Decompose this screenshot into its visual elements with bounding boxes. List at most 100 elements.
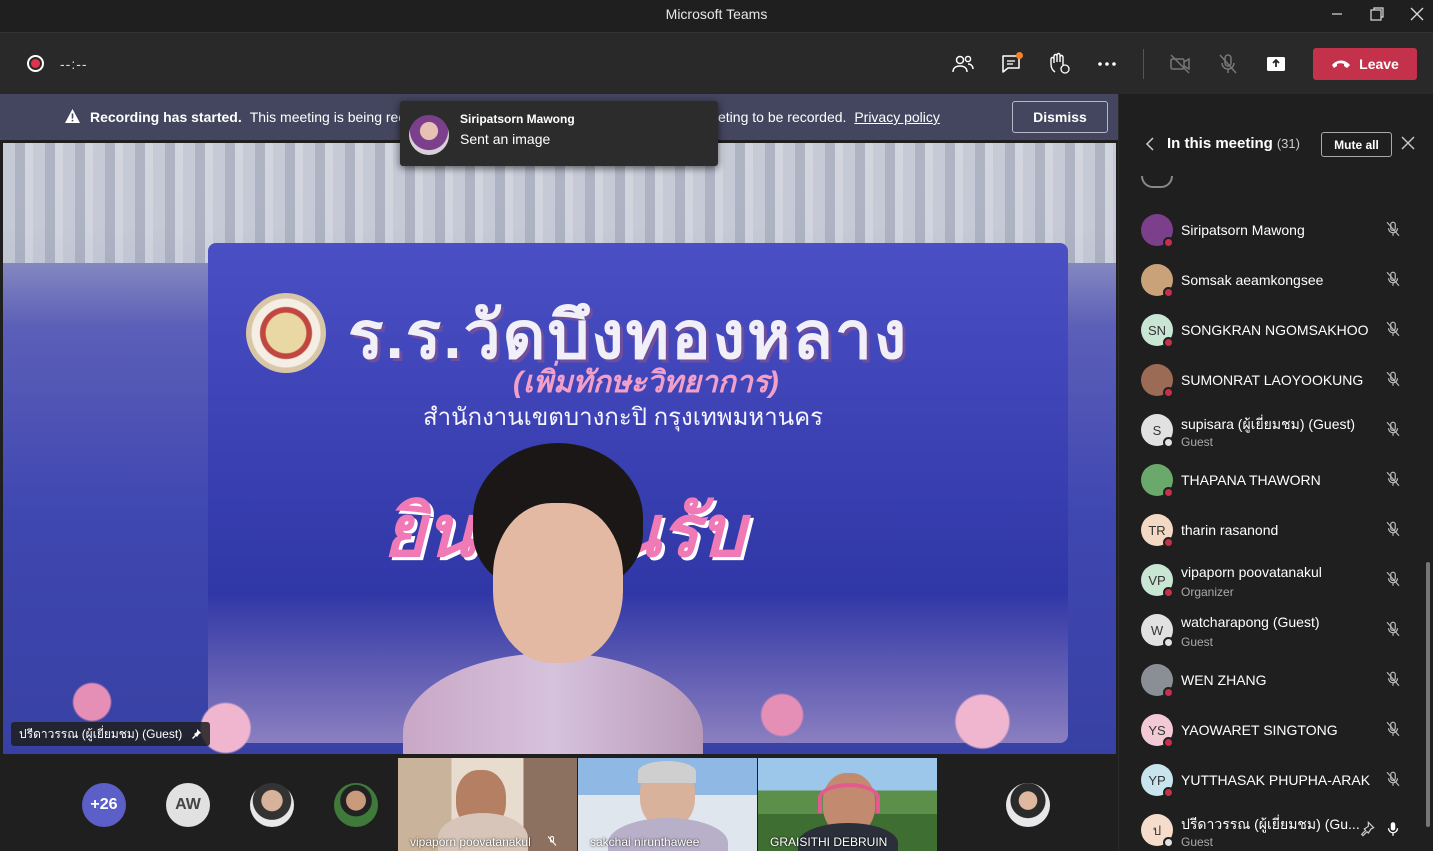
participant-row[interactable]: SUMONRAT LAOYOOKUNG [1119,355,1419,405]
minimize-icon [1332,13,1342,15]
toast-sender: Siripatsorn Mawong [460,112,575,126]
participant-row[interactable]: WEN ZHANG [1119,655,1419,705]
tile-name: vipaporn poovatanakul [410,835,531,849]
meeting-toolbar: --:-- Leave [0,32,1433,116]
mic-icon[interactable] [1384,820,1402,838]
unread-badge [1016,52,1023,59]
participant-name: Somsak aeamkongsee [1181,272,1324,288]
mic-off-icon[interactable] [1384,520,1402,538]
toolbar-divider [1143,49,1144,79]
participant-row[interactable]: Ssupisara (ผู้เยี่ยมชม) (Guest) Guest [1119,405,1419,455]
video-tile[interactable]: sakchai nirunthawee [578,758,757,851]
mic-off-icon[interactable] [1384,270,1402,288]
participant-strip: +26 AW vipaporn poovatanakul sakchai nir… [0,756,1118,851]
mic-off-icon[interactable] [1384,570,1402,588]
participant-row[interactable]: Siripatsorn Mawong [1119,205,1419,255]
mic-off-icon[interactable] [1384,370,1402,388]
pin-icon[interactable] [190,728,202,740]
mic-off-icon[interactable] [1384,470,1402,488]
panel-scrollbar[interactable] [1426,562,1430,827]
participant-role: Guest [1181,435,1214,449]
tile-name: GRAISITHI DEBRUIN [770,835,888,849]
video-tile[interactable]: vipaporn poovatanakul [398,758,577,851]
presence-status-icon [1163,737,1174,748]
speaker-name-label: ปรีดาวรรณ (ผู้เยี่ยมชม) (Guest) [11,722,211,746]
chat-button[interactable] [994,47,1028,81]
chat-toast-notification[interactable]: Siripatsorn Mawong Sent an image [400,101,718,166]
overflow-participants-button[interactable]: +26 [82,783,126,827]
speaker-video [403,443,703,754]
share-screen-button[interactable] [1259,47,1293,81]
restore-button[interactable] [1357,0,1397,28]
mic-off-icon[interactable] [1384,770,1402,788]
partial-avatar [1141,176,1173,188]
recording-text-end-group: eting to be recorded. Privacy policy [718,109,940,125]
participant-row[interactable]: VP vipaporn poovatanakul Organizer [1119,555,1419,605]
participants-panel: In this meeting (31) Mute all Siripatsorn… [1118,94,1433,851]
participant-avatar-aw[interactable]: AW [166,783,210,827]
warning-icon [65,109,80,123]
privacy-policy-link[interactable]: Privacy policy [854,109,940,125]
participant-name: SUMONRAT LAOYOOKUNG [1181,372,1364,388]
participant-name: vipaporn poovatanakul [1181,564,1322,580]
mic-off-icon[interactable] [1384,320,1402,338]
panel-header: In this meeting (31) Mute all [1119,128,1433,160]
recording-title: Recording has started. [90,109,242,125]
participant-name: tharin rasanond [1181,522,1279,538]
presence-status-icon [1163,687,1174,698]
participant-name: SONGKRAN NGOMSAKHOO [1181,322,1369,338]
leave-button[interactable]: Leave [1313,48,1417,80]
participant-row[interactable]: SN SONGKRAN NGOMSAKHOO [1119,305,1419,355]
reactions-button[interactable] [1042,47,1076,81]
participant-row[interactable]: Wwatcharapong (Guest) Guest [1119,605,1419,655]
close-icon[interactable] [1401,136,1415,150]
panel-title-text: In this meeting [1167,135,1273,152]
more-icon [1098,62,1116,66]
avatar-initials: AW [175,796,201,813]
mic-toggle-button[interactable] [1211,47,1245,81]
mute-all-button[interactable]: Mute all [1321,132,1392,157]
participant-row[interactable]: Somsak aeamkongsee [1119,255,1419,305]
restore-icon [1370,7,1384,21]
participant-avatar-photo[interactable] [250,783,294,827]
mic-off-icon[interactable] [1384,620,1402,638]
tile-name: sakchai nirunthawee [590,835,700,849]
participants-button[interactable] [946,47,980,81]
camera-toggle-button[interactable] [1163,47,1197,81]
participant-row[interactable]: YS YAOWARET SINGTONG [1119,705,1419,755]
mic-off-icon[interactable] [1384,420,1402,438]
participant-name: WEN ZHANG [1181,672,1267,688]
participant-row[interactable]: THAPANA THAWORN [1119,455,1419,505]
presence-status-icon [1163,537,1174,548]
participant-row[interactable]: YP YUTTHASAK PHUPHA-ARAK [1119,755,1419,805]
overflow-count: +26 [90,796,118,813]
share-tray-icon [1267,57,1285,71]
dismiss-button[interactable]: Dismiss [1012,101,1108,133]
participant-row[interactable]: ปปรีดาวรรณ (ผู้เยี่ยมชม) (Gu... Guest [1119,805,1419,851]
video-tile[interactable]: GRAISITHI DEBRUIN [758,758,937,851]
close-icon [1410,7,1424,21]
presence-status-icon [1163,587,1174,598]
leave-label: Leave [1359,56,1399,72]
mic-off-icon[interactable] [1384,720,1402,738]
recording-text-start: This meeting is being rec [249,109,406,125]
mic-off-icon[interactable] [1384,220,1402,238]
participant-name: YUTTHASAK PHUPHA-ARAK [1181,772,1371,788]
chevron-left-icon[interactable] [1145,136,1155,152]
minimize-button[interactable] [1317,0,1357,28]
presence-status-icon [1163,837,1174,848]
participant-name: ปรีดาวรรณ (ผู้เยี่ยมชม) (Gu... [1181,816,1360,832]
participant-name: THAPANA THAWORN [1181,472,1321,488]
participant-row[interactable]: TR tharin rasanond [1119,505,1419,555]
more-actions-button[interactable] [1090,47,1124,81]
participant-avatar-photo[interactable] [334,783,378,827]
toast-message: Sent an image [460,131,551,147]
meeting-timer: --:-- [60,56,88,72]
presence-status-icon [1163,637,1174,648]
window-title: Microsoft Teams [665,6,768,22]
close-window-button[interactable] [1397,0,1433,28]
pin-icon[interactable] [1359,821,1375,837]
participant-avatar-photo[interactable] [1006,783,1050,827]
mic-off-icon[interactable] [1384,670,1402,688]
participant-role: Guest [1181,835,1214,849]
